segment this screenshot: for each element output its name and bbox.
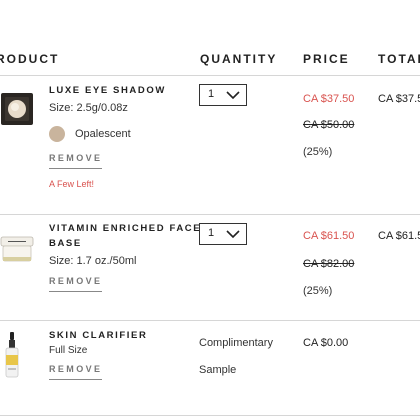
sale-price: CA $37.50 xyxy=(303,93,355,105)
product-size: Size: 2.5g/0.08z xyxy=(49,102,128,114)
product-size: Full Size xyxy=(49,345,88,356)
cart-table-header: RODUCT QUANTITY PRICE TOTAL xyxy=(0,0,420,76)
skin-clarifier-product-image[interactable] xyxy=(4,331,20,379)
product-name[interactable]: SKIN CLARIFIER xyxy=(49,328,147,344)
column-header-price: PRICE xyxy=(303,52,350,66)
sample-label: Sample xyxy=(199,364,237,376)
stock-warning: A Few Left! xyxy=(49,179,95,189)
quantity-select[interactable]: 1 xyxy=(199,223,247,245)
shade-name: Opalescent xyxy=(75,128,131,140)
discount-percent: (25%) xyxy=(303,146,333,158)
sale-price: CA $61.50 xyxy=(303,230,355,242)
face-base-product-image[interactable] xyxy=(0,235,34,265)
remove-button[interactable]: REMOVE xyxy=(49,276,103,292)
quantity-value: 1 xyxy=(208,88,215,100)
original-price: CA $50.00 xyxy=(303,119,355,131)
product-size: Size: 1.7 oz./50ml xyxy=(49,255,137,267)
product-name-line-2[interactable]: BASE xyxy=(49,236,82,252)
remove-button[interactable]: REMOVE xyxy=(49,364,103,380)
discount-percent: (25%) xyxy=(303,285,333,297)
product-name-line-1[interactable]: VITAMIN ENRICHED FACE xyxy=(49,221,201,237)
cart-item-skin-clarifier: SKIN CLARIFIER Full Size REMOVE Complime… xyxy=(0,321,420,416)
remove-button[interactable]: REMOVE xyxy=(49,153,103,169)
quantity-select[interactable]: 1 xyxy=(199,84,247,106)
chevron-down-icon xyxy=(226,91,240,100)
cart-item-luxe-eye-shadow: LUXE EYE SHADOW Size: 2.5g/0.08z Opalesc… xyxy=(0,76,420,215)
complimentary-label: Complimentary xyxy=(199,337,273,349)
shade-swatch xyxy=(49,126,65,142)
column-header-quantity: QUANTITY xyxy=(200,52,278,66)
line-total: CA $61.5 xyxy=(378,230,420,242)
line-total: CA $37.5 xyxy=(378,93,420,105)
chevron-down-icon xyxy=(226,230,240,239)
column-header-product: RODUCT xyxy=(0,52,60,66)
item-price: CA $0.00 xyxy=(303,337,349,349)
quantity-value: 1 xyxy=(208,227,215,239)
product-name[interactable]: LUXE EYE SHADOW xyxy=(49,83,166,99)
eye-shadow-product-image[interactable] xyxy=(0,92,34,126)
column-header-total: TOTAL xyxy=(378,52,420,66)
cart-item-vitamin-face-base: VITAMIN ENRICHED FACE BASE Size: 1.7 oz.… xyxy=(0,215,420,321)
original-price: CA $82.00 xyxy=(303,258,355,270)
